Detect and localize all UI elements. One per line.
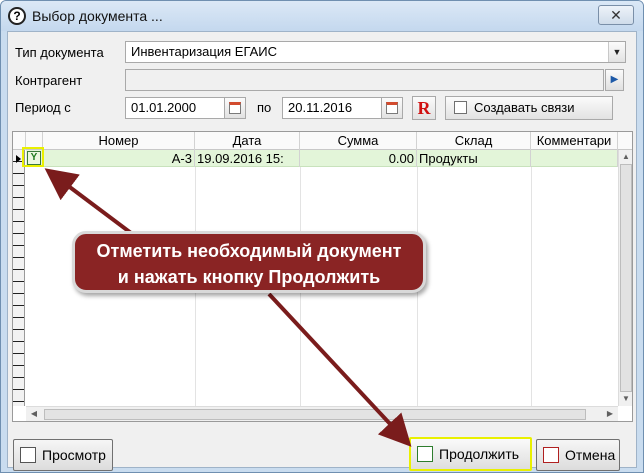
continue-button-label: Продолжить — [439, 446, 520, 462]
dialog-window: ? Выбор документа ... ✕ Тип документа Ин… — [0, 0, 644, 473]
column-header[interactable]: Номер — [43, 132, 195, 150]
horizontal-scrollbar[interactable]: ◀ ▶ — [26, 406, 618, 421]
instruction-callout: Отметить необходимый документ и нажать к… — [72, 231, 426, 293]
reset-period-button[interactable]: R — [412, 96, 436, 120]
column-divider — [531, 167, 532, 406]
cell-sum: 0.00 — [300, 150, 417, 167]
cell-comment — [531, 150, 618, 167]
view-button-label: Просмотр — [42, 447, 106, 463]
continue-arrow-icon — [417, 446, 433, 462]
calendar-glyph — [386, 102, 398, 114]
contractor-field[interactable] — [125, 69, 604, 91]
doc-type-label: Тип документа — [15, 45, 104, 60]
cell-warehouse: Продукты — [417, 150, 531, 167]
scroll-down-icon[interactable]: ▼ — [620, 393, 632, 405]
window-title: Выбор документа ... — [32, 8, 163, 24]
scroll-up-icon[interactable]: ▲ — [620, 151, 632, 163]
doc-type-select[interactable]: Инвентаризация ЕГАИС ▼ — [125, 41, 626, 63]
row-select-check-icon[interactable]: Y — [27, 151, 41, 165]
callout-line-2: и нажать кнопку Продолжить — [117, 267, 381, 287]
scroll-right-icon[interactable]: ▶ — [604, 408, 616, 420]
title-bar[interactable]: ? Выбор документа ... ✕ — [1, 1, 643, 31]
question-icon: ? — [8, 7, 26, 25]
doc-type-value: Инвентаризация ЕГАИС — [131, 44, 278, 59]
create-links-label: Создавать связи — [474, 100, 575, 115]
continue-button[interactable]: Продолжить — [409, 437, 532, 471]
column-header[interactable]: Сумма — [300, 132, 417, 150]
cancel-x-icon — [543, 447, 559, 463]
cancel-button[interactable]: Отмена — [536, 439, 620, 471]
header-check — [26, 132, 43, 150]
contractor-label: Контрагент — [15, 73, 83, 88]
current-row-pointer-icon — [16, 155, 21, 163]
create-links-checkbox[interactable] — [454, 101, 467, 114]
column-header[interactable]: Комментари — [531, 132, 618, 150]
calendar-icon[interactable] — [224, 97, 246, 119]
callout-line-1: Отметить необходимый документ — [96, 241, 402, 261]
view-button[interactable]: Просмотр — [13, 439, 113, 471]
close-button[interactable]: ✕ — [598, 5, 634, 25]
cancel-button-label: Отмена — [565, 447, 616, 463]
magnifier-icon — [20, 447, 36, 463]
grid-header: Номер Дата Сумма Склад Комментари — [13, 132, 632, 150]
period-to-label: по — [257, 100, 272, 115]
vertical-scroll-thumb[interactable] — [620, 164, 632, 392]
chevron-down-icon[interactable]: ▼ — [608, 42, 625, 62]
period-from-field[interactable]: 01.01.2000 — [125, 97, 226, 119]
cell-number: А-3 — [43, 150, 195, 167]
column-header[interactable]: Дата — [195, 132, 300, 150]
period-label: Период с — [15, 100, 71, 115]
calendar-glyph — [229, 102, 241, 114]
header-indicator — [13, 132, 26, 150]
period-to-field[interactable]: 20.11.2016 — [282, 97, 382, 119]
cell-date: 19.09.2016 15: — [195, 150, 300, 167]
horizontal-scroll-thumb[interactable] — [44, 409, 586, 420]
chevron-right-icon[interactable]: ▶ — [605, 69, 624, 91]
vertical-scrollbar[interactable]: ▲ ▼ — [618, 150, 632, 406]
row-indicator-column — [13, 150, 25, 406]
create-links-toggle[interactable]: Создавать связи — [445, 96, 613, 120]
scroll-left-icon[interactable]: ◀ — [28, 408, 40, 420]
calendar-icon[interactable] — [381, 97, 403, 119]
column-header[interactable]: Склад — [417, 132, 531, 150]
